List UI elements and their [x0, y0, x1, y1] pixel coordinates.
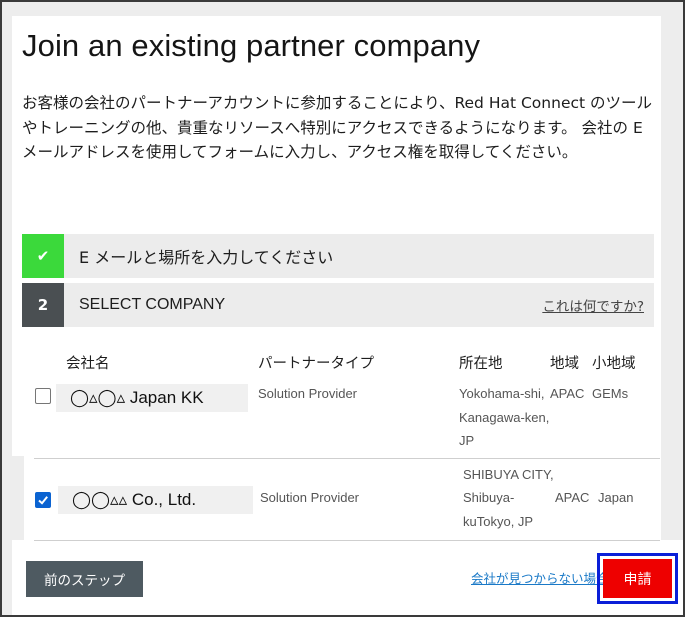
checkmark-icon — [38, 496, 48, 505]
whats-this-link[interactable]: これは何ですか? — [542, 283, 644, 327]
row-divider — [34, 458, 660, 459]
col-header-company: 会社名 — [66, 356, 110, 372]
previous-step-button[interactable]: 前のステップ — [26, 561, 143, 597]
step-email-location[interactable]: ✔ E メールと場所を入力してください — [22, 234, 654, 278]
page-title: Join an existing partner company — [22, 28, 481, 63]
company-checkbox[interactable] — [35, 388, 51, 404]
subregion: GEMs — [592, 386, 629, 401]
check-icon: ✔ — [22, 234, 64, 278]
partner-type: Solution Provider — [260, 490, 359, 505]
partner-type: Solution Provider — [258, 386, 357, 401]
company-checkbox[interactable] — [35, 492, 51, 508]
step-label: E メールと場所を入力してください — [79, 248, 334, 267]
submit-button[interactable]: 申請 — [603, 559, 672, 598]
company-name: ◯◯▵▵ Co., Ltd. — [58, 486, 253, 514]
region: APAC — [550, 386, 585, 401]
region: APAC — [555, 490, 590, 505]
col-header-region: 地域 — [550, 356, 579, 372]
intro-text: お客様の会社のパートナーアカウントに参加することにより、Red Hat Conn… — [22, 94, 653, 161]
subregion: Japan — [598, 490, 634, 505]
company-name: ◯▵◯▵ Japan KK — [56, 384, 248, 412]
col-header-partner-type: パートナータイプ — [258, 356, 374, 372]
location-line: Yokohama-shi, — [459, 386, 545, 401]
row-divider — [34, 540, 660, 541]
location-line: JP — [459, 433, 475, 448]
location-line: kuTokyo, JP — [463, 514, 534, 529]
col-header-subregion: 小地域 — [592, 356, 636, 372]
location-line: SHIBUYA CITY, — [463, 467, 554, 482]
company-not-found-link[interactable]: 会社が見つからない場合 — [471, 568, 609, 587]
col-header-location: 所在地 — [459, 356, 503, 372]
step-label: SELECT COMPANY — [79, 296, 226, 313]
step-select-company: 2 SELECT COMPANY これは何ですか? — [22, 283, 654, 327]
step-number: 2 — [22, 283, 64, 327]
location-line: Shibuya- — [463, 490, 515, 505]
location-line: Kanagawa-ken, — [459, 409, 550, 425]
